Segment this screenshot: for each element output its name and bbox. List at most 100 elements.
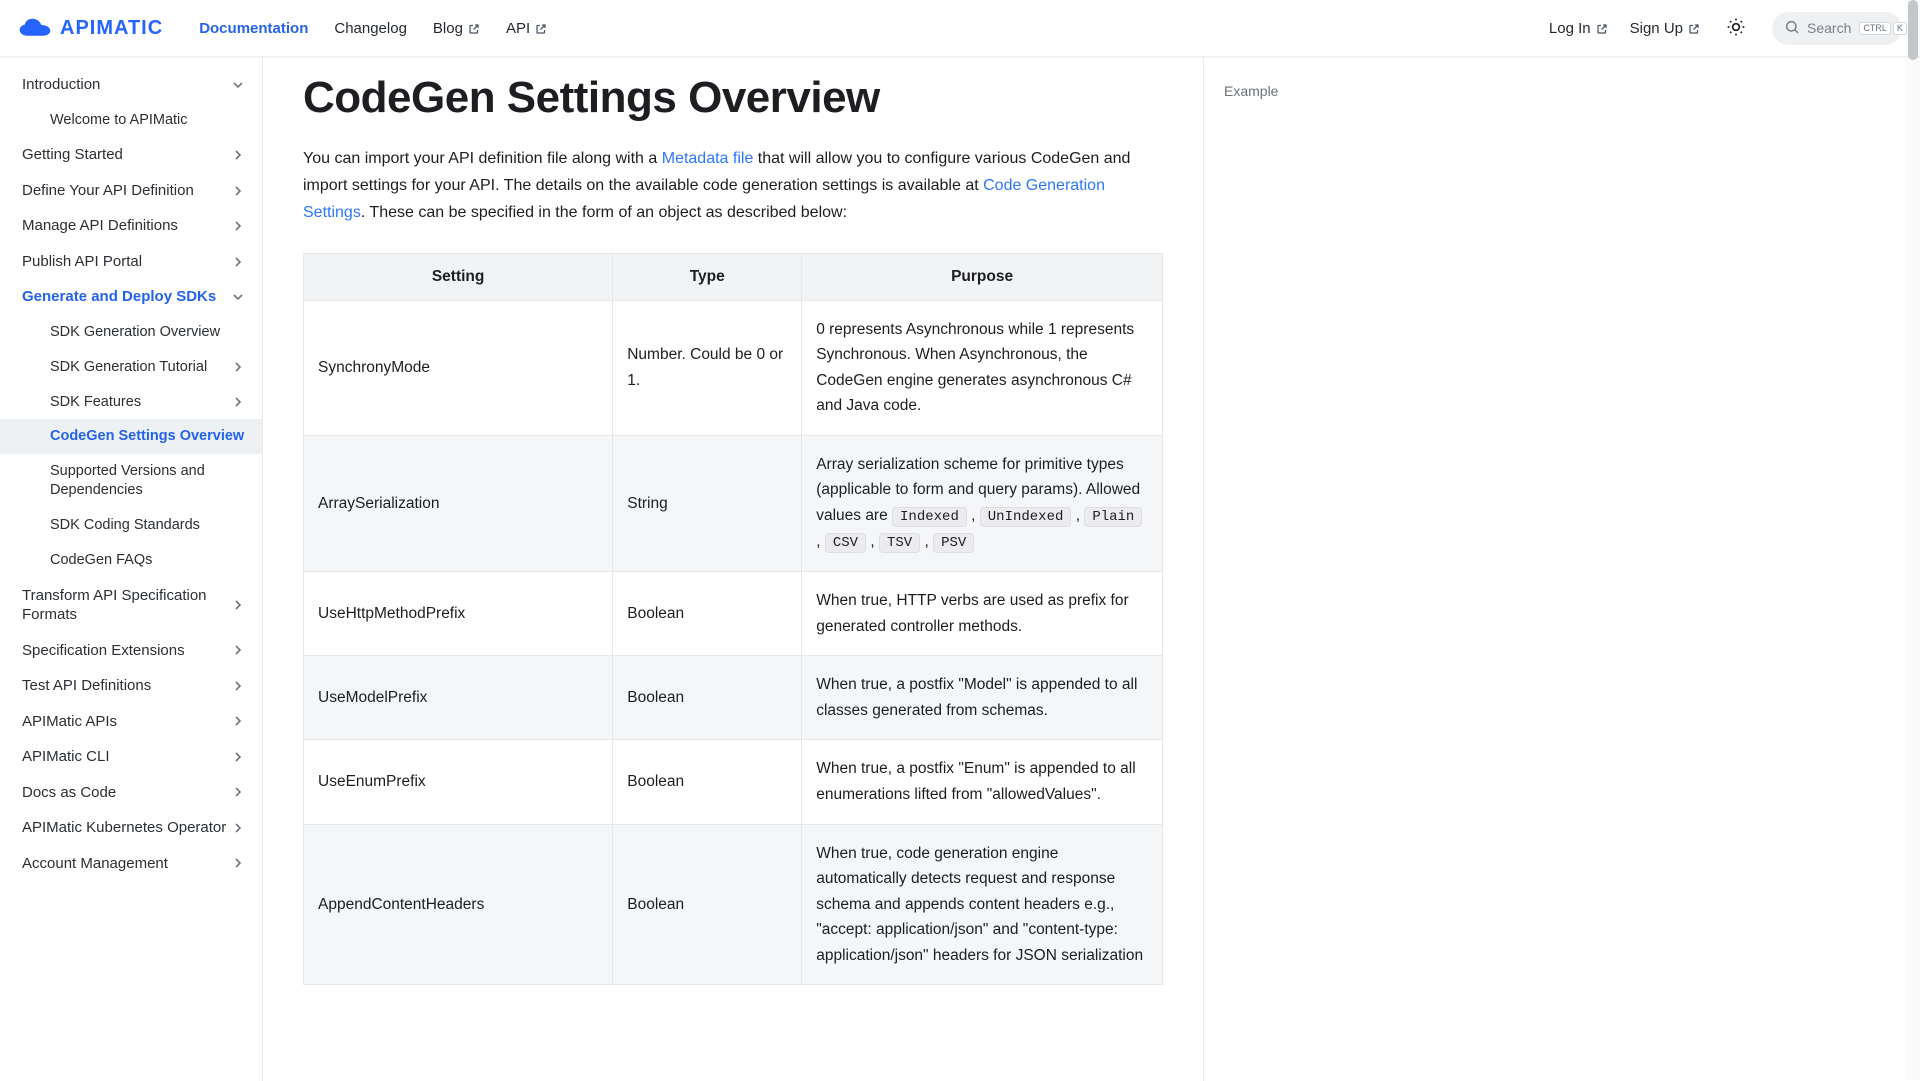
nav-changelog[interactable]: Changelog xyxy=(334,20,407,37)
nav-signup[interactable]: Sign Up xyxy=(1630,20,1700,37)
metadata-file-link[interactable]: Metadata file xyxy=(662,150,754,167)
sidebar-item-label: SDK Generation Overview xyxy=(50,323,220,342)
sidebar-item[interactable]: SDK Generation Overview xyxy=(0,315,262,350)
settings-table: Setting Type Purpose SynchronyModeNumber… xyxy=(303,253,1163,986)
cell-type: Number. Could be 0 or 1. xyxy=(613,300,802,435)
sidebar-item[interactable]: Test API Definitions xyxy=(0,668,262,704)
scrollbar-thumb[interactable] xyxy=(1908,0,1918,60)
sidebar-item-label: SDK Coding Standards xyxy=(50,516,200,535)
chevron-right-icon xyxy=(230,678,246,694)
th-type: Type xyxy=(613,253,802,300)
sidebar-item-label: Transform API Specification Formats xyxy=(22,586,230,625)
sidebar-item-label: Account Management xyxy=(22,854,168,874)
sidebar-item-label: Getting Started xyxy=(22,145,123,165)
brand-logo[interactable]: APIMATIC xyxy=(18,17,163,40)
nav-documentation[interactable]: Documentation xyxy=(199,20,308,37)
sidebar-item[interactable]: Specification Extensions xyxy=(0,633,262,669)
toc-example[interactable]: Example xyxy=(1224,83,1494,99)
cell-setting: UseModelPrefix xyxy=(304,656,613,740)
intro-paragraph: You can import your API definition file … xyxy=(303,145,1163,227)
intro-pre: You can import your API definition file … xyxy=(303,150,662,167)
nav-login-label: Log In xyxy=(1549,20,1591,37)
external-link-icon xyxy=(1596,22,1608,34)
top-navbar: APIMATIC Documentation Changelog Blog AP… xyxy=(0,0,1920,57)
kbd-ctrl: CTRL xyxy=(1859,22,1891,35)
doc-sidebar[interactable]: IntroductionWelcome to APIMatic Getting S… xyxy=(0,57,263,1081)
sidebar-item[interactable]: Publish API Portal xyxy=(0,244,262,280)
page-title: CodeGen Settings Overview xyxy=(303,73,1163,123)
chevron-right-icon xyxy=(230,597,246,613)
code-literal: PSV xyxy=(933,533,974,553)
sidebar-item[interactable]: Define Your API Definition xyxy=(0,173,262,209)
sidebar-item-label: Manage API Definitions xyxy=(22,216,178,236)
cell-purpose: When true, a postfix "Enum" is appended … xyxy=(802,740,1163,824)
sidebar-item[interactable]: APIMatic APIs xyxy=(0,704,262,740)
th-purpose: Purpose xyxy=(802,253,1163,300)
chevron-right-icon xyxy=(230,147,246,163)
sidebar-item[interactable]: Generate and Deploy SDKs xyxy=(0,279,262,315)
page-scrollbar[interactable] xyxy=(1906,0,1920,1080)
sidebar-item-label: Supported Versions and Dependencies xyxy=(50,462,246,500)
nav-api[interactable]: API xyxy=(506,20,547,37)
sidebar-item[interactable]: Docs as Code xyxy=(0,775,262,811)
sidebar-item[interactable]: Introduction xyxy=(0,67,262,103)
nav-api-label: API xyxy=(506,20,530,37)
sun-icon xyxy=(1726,25,1746,40)
chevron-right-icon xyxy=(230,254,246,270)
code-literal: CSV xyxy=(825,533,866,553)
sidebar-item[interactable]: APIMatic CLI xyxy=(0,739,262,775)
cell-purpose: When true, a postfix "Model" is appended… xyxy=(802,656,1163,740)
chevron-right-icon xyxy=(230,749,246,765)
sidebar-item[interactable]: Transform API Specification Formats xyxy=(0,578,262,633)
table-of-contents: Example xyxy=(1203,57,1514,1081)
table-row: UseHttpMethodPrefixBooleanWhen true, HTT… xyxy=(304,572,1163,656)
sidebar-item-label: Docs as Code xyxy=(22,783,116,803)
sidebar-item-label: SDK Generation Tutorial xyxy=(50,358,207,377)
sidebar-item[interactable]: SDK Generation Tutorial xyxy=(0,350,262,385)
chevron-right-icon xyxy=(230,394,246,410)
chevron-right-icon xyxy=(230,642,246,658)
brand-text: APIMATIC xyxy=(60,17,163,40)
chevron-right-icon xyxy=(230,784,246,800)
kbd-k: K xyxy=(1893,22,1907,35)
cell-purpose: When true, code generation engine automa… xyxy=(802,824,1163,985)
cell-type: Boolean xyxy=(613,740,802,824)
sidebar-item[interactable]: CodeGen Settings Overview xyxy=(0,419,262,454)
sidebar-item[interactable]: APIMatic Kubernetes Operator xyxy=(0,810,262,846)
nav-left: APIMATIC Documentation Changelog Blog AP… xyxy=(18,17,547,40)
sidebar-item[interactable]: Getting Started xyxy=(0,137,262,173)
cell-purpose: 0 represents Asynchronous while 1 repres… xyxy=(802,300,1163,435)
intro-post: . These can be specified in the form of … xyxy=(361,204,847,221)
search-label: Search xyxy=(1807,20,1851,36)
nav-login[interactable]: Log In xyxy=(1549,20,1608,37)
nav-blog[interactable]: Blog xyxy=(433,20,480,37)
chevron-right-icon xyxy=(230,855,246,871)
sidebar-item[interactable]: Welcome to APIMatic xyxy=(0,103,262,138)
chevron-down-icon xyxy=(230,77,246,93)
sidebar-item-label: APIMatic Kubernetes Operator xyxy=(22,818,226,838)
article: CodeGen Settings Overview You can import… xyxy=(263,57,1203,1081)
sidebar-item[interactable]: Supported Versions and Dependencies xyxy=(0,454,262,508)
sidebar-item[interactable]: Manage API Definitions xyxy=(0,208,262,244)
nav-right: Log In Sign Up Search CTRL K xyxy=(1549,12,1902,45)
table-header-row: Setting Type Purpose xyxy=(304,253,1163,300)
chevron-down-icon xyxy=(230,289,246,305)
sidebar-item-label: Test API Definitions xyxy=(22,676,151,696)
search-shortcut: CTRL K xyxy=(1859,22,1907,35)
sidebar-item-label: Publish API Portal xyxy=(22,252,142,272)
sidebar-item-label: Define Your API Definition xyxy=(22,181,194,201)
search-button[interactable]: Search CTRL K xyxy=(1772,12,1902,45)
cell-type: Boolean xyxy=(613,572,802,656)
sidebar-item-label: APIMatic CLI xyxy=(22,747,110,767)
sidebar-item[interactable]: CodeGen FAQs xyxy=(0,543,262,578)
sidebar-item-label: CodeGen FAQs xyxy=(50,551,152,570)
cell-purpose: Array serialization scheme for primitive… xyxy=(802,435,1163,571)
sidebar-item[interactable]: SDK Features xyxy=(0,385,262,420)
sidebar-item[interactable]: SDK Coding Standards xyxy=(0,508,262,543)
code-literal: UnIndexed xyxy=(980,507,1072,527)
nav-blog-label: Blog xyxy=(433,20,463,37)
external-link-icon xyxy=(1688,22,1700,34)
sidebar-item[interactable]: Account Management xyxy=(0,846,262,882)
theme-toggle-button[interactable] xyxy=(1722,13,1750,44)
code-literal: Plain xyxy=(1084,507,1142,527)
